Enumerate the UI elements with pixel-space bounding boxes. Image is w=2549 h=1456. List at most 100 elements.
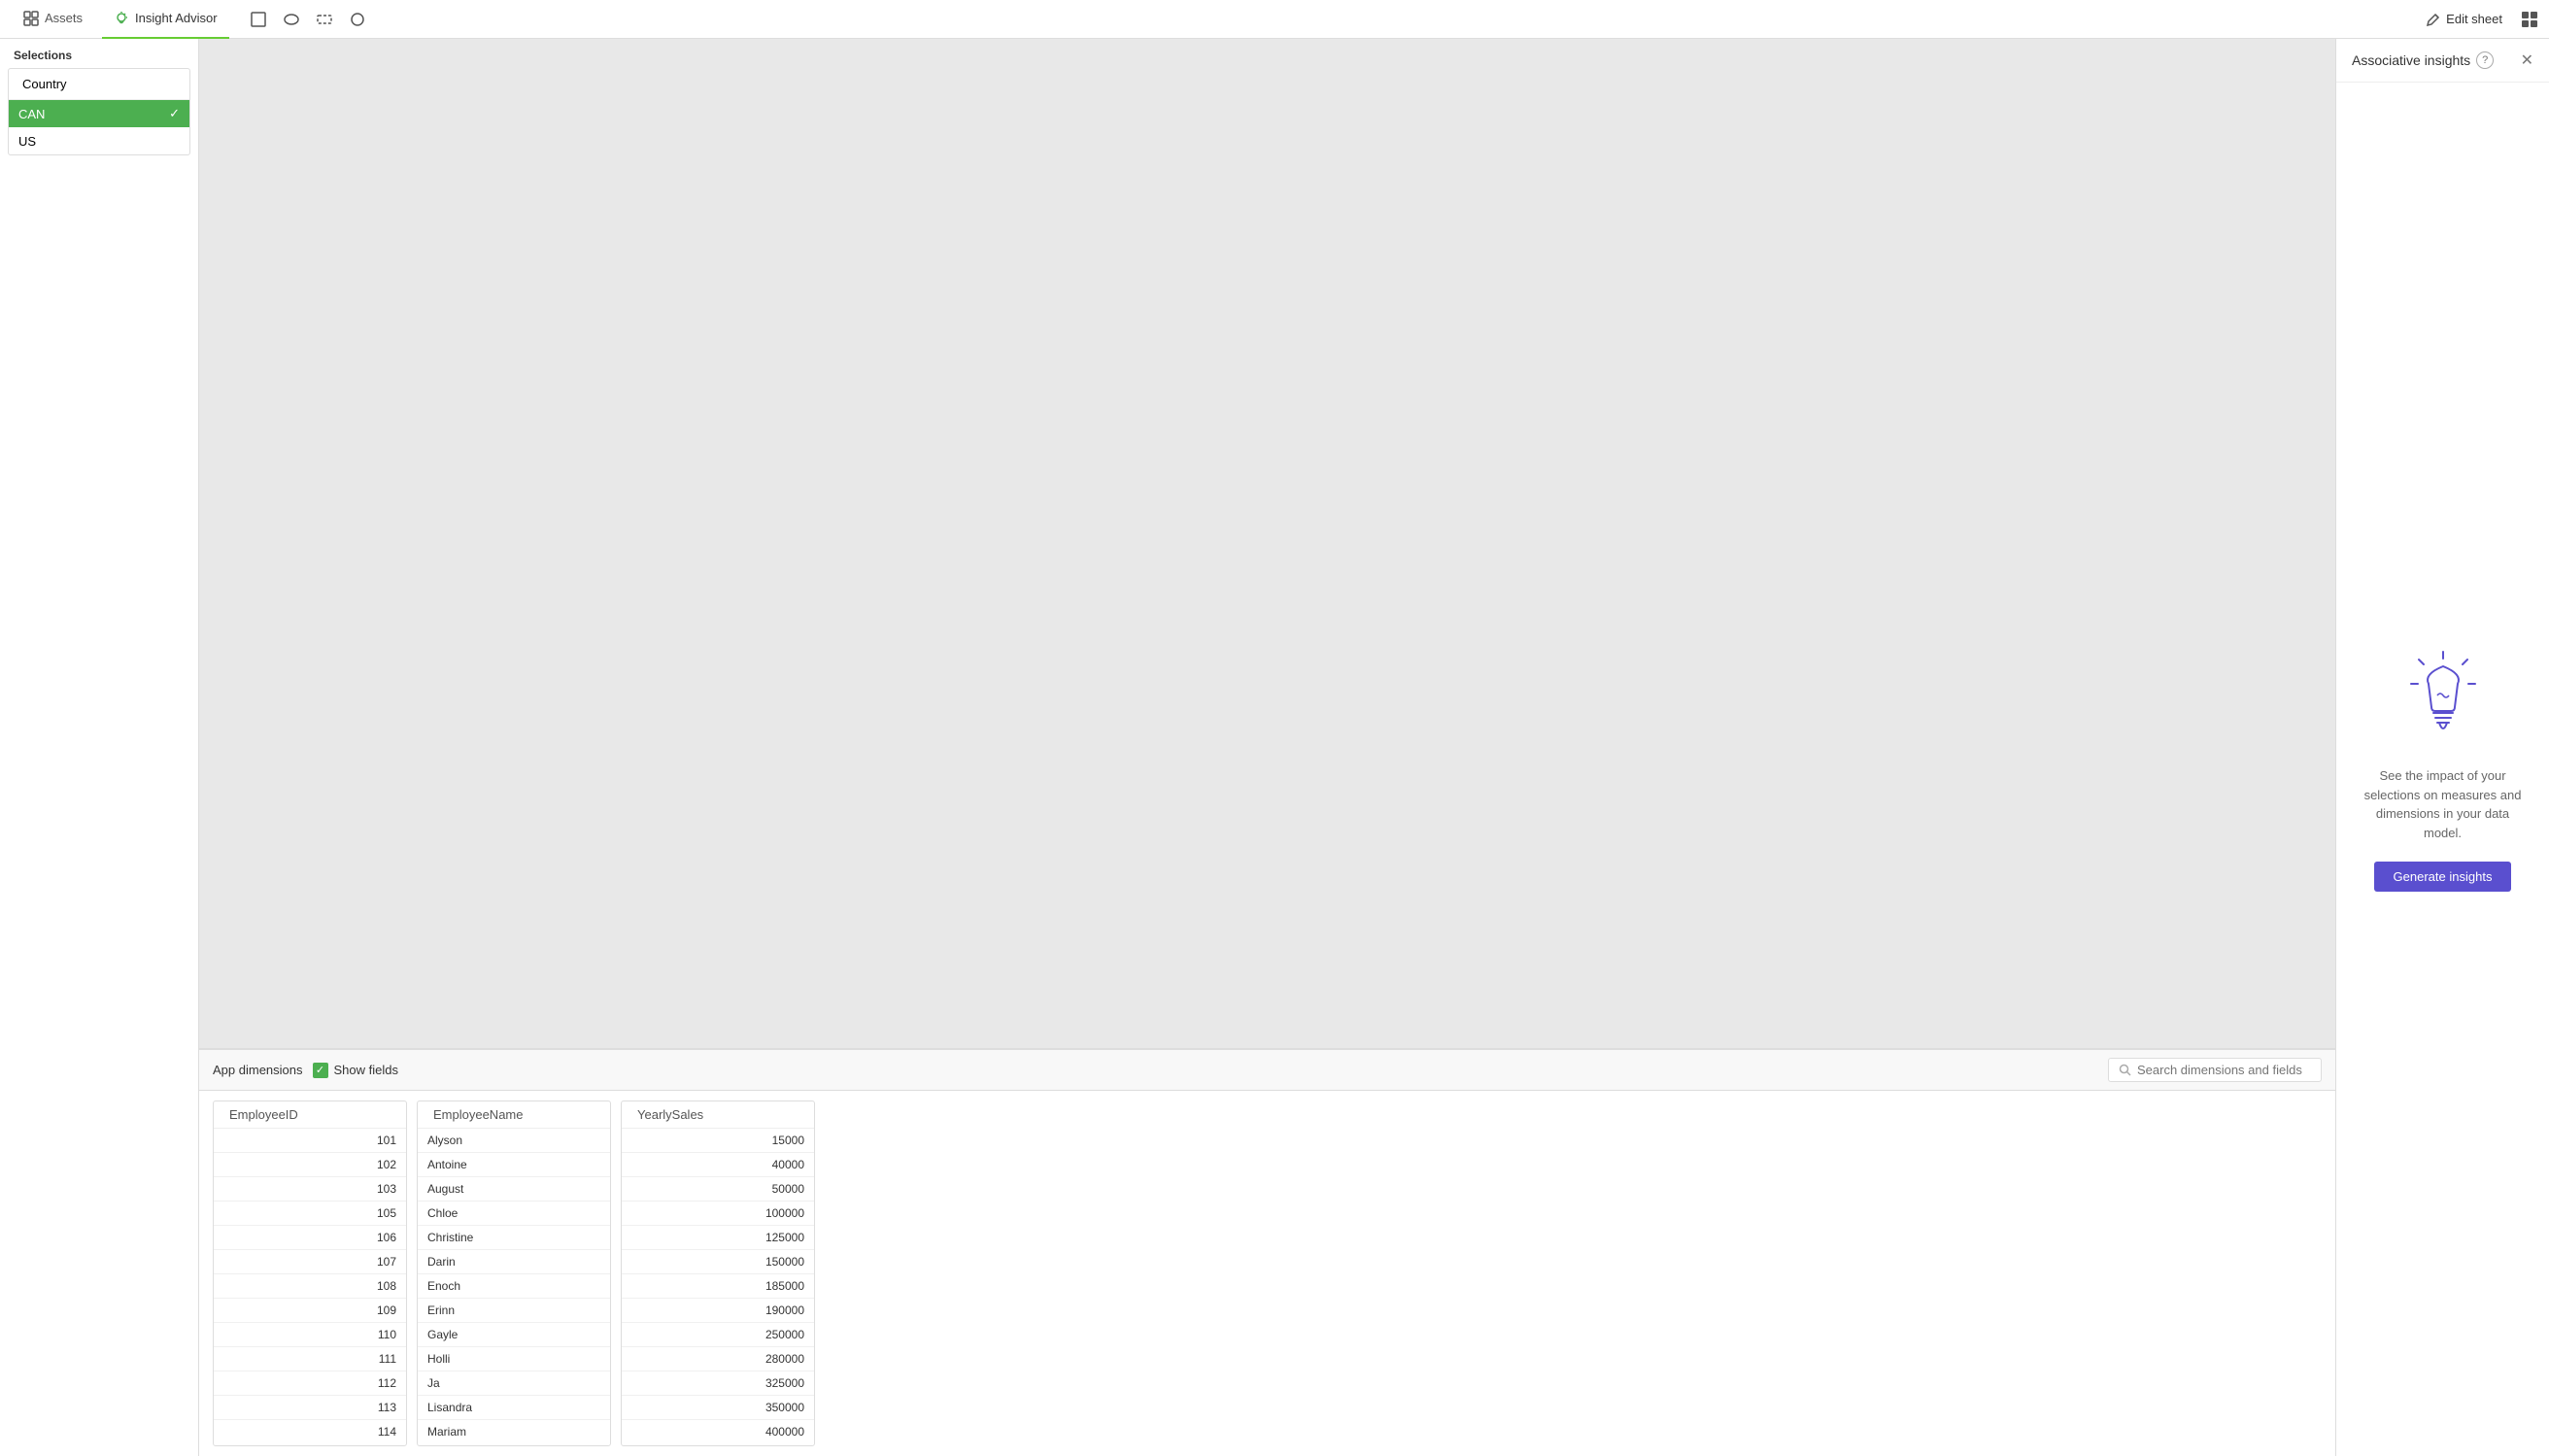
dim-row[interactable]: Alyson	[418, 1129, 610, 1153]
close-panel-button[interactable]: ✕	[2521, 51, 2533, 70]
dim-row[interactable]: 280000	[622, 1347, 814, 1371]
dim-row[interactable]: 15000	[622, 1129, 814, 1153]
row-label: Christine	[427, 1231, 473, 1244]
dim-row[interactable]: 106	[214, 1226, 406, 1250]
dim-row[interactable]: 105	[214, 1202, 406, 1226]
range-tool-icon[interactable]	[311, 6, 338, 33]
dim-row[interactable]: 100000	[622, 1202, 814, 1226]
dim-row[interactable]: 112	[214, 1371, 406, 1396]
dim-row[interactable]: 125000	[622, 1226, 814, 1250]
dim-row[interactable]: 185000	[622, 1274, 814, 1299]
dim-row[interactable]: 110	[214, 1323, 406, 1347]
dim-col-body-employeeid: 101 102103105106 107 108 109 110 111 112 113 114	[214, 1129, 406, 1445]
row-value: 107	[377, 1255, 396, 1269]
grid-view-icon[interactable]	[2522, 12, 2537, 27]
filter-item-us[interactable]: US	[9, 127, 189, 154]
insight-tab-label: Insight Advisor	[135, 11, 218, 25]
dim-row[interactable]: August	[418, 1177, 610, 1202]
dim-search-wrapper	[2108, 1058, 2322, 1082]
row-label: Alyson	[427, 1134, 462, 1147]
row-value: 400000	[765, 1425, 804, 1439]
dim-row[interactable]: 250000	[622, 1323, 814, 1347]
dim-row[interactable]: 114	[214, 1420, 406, 1443]
right-panel-header: Associative insights ? ✕	[2336, 39, 2549, 83]
col-name-input[interactable]	[637, 1107, 808, 1122]
edit-sheet-button[interactable]: Edit sheet	[2415, 8, 2514, 30]
filter-list: CAN ✓ US	[9, 100, 189, 154]
edit-sheet-label: Edit sheet	[2446, 12, 2502, 26]
tab-assets[interactable]: Assets	[12, 0, 94, 39]
check-icon: ✓	[169, 106, 180, 121]
dim-row[interactable]: Holli	[418, 1347, 610, 1371]
dimensions-toolbar: App dimensions ✓ Show fields	[199, 1049, 2335, 1091]
dim-row[interactable]: 400000	[622, 1420, 814, 1443]
filter-item-can-label: CAN	[18, 107, 45, 121]
filter-item-can[interactable]: CAN ✓	[9, 100, 189, 127]
dim-row[interactable]: 102	[214, 1153, 406, 1177]
dim-row[interactable]: Darin	[418, 1250, 610, 1274]
dim-row[interactable]: Mariam	[418, 1420, 610, 1443]
generate-insights-button[interactable]: Generate insights	[2374, 862, 2512, 892]
dim-row[interactable]: Ja	[418, 1371, 610, 1396]
assets-tab-label: Assets	[45, 11, 83, 25]
row-label: Chloe	[427, 1206, 458, 1220]
dim-col-header-employeename	[418, 1101, 610, 1129]
dim-row[interactable]: Gayle	[418, 1323, 610, 1347]
row-value: 109	[377, 1304, 396, 1317]
row-value: 112	[378, 1376, 396, 1390]
lasso-tool-icon[interactable]	[278, 6, 305, 33]
dim-col-header-employeeid	[214, 1101, 406, 1129]
dim-row[interactable]: Erinn	[418, 1299, 610, 1323]
tab-insight-advisor[interactable]: Insight Advisor	[102, 0, 229, 39]
dim-col-body-yearlysales: 15000 40000 50000 100000 125000 150000185000 1…	[622, 1129, 814, 1445]
row-label: Gayle	[427, 1328, 458, 1341]
dim-row[interactable]: 108	[214, 1274, 406, 1299]
dim-row[interactable]: Chloe	[418, 1202, 610, 1226]
row-value: 111	[379, 1352, 396, 1366]
row-value: 125000	[765, 1231, 804, 1244]
dim-search-input[interactable]	[2137, 1063, 2311, 1077]
dim-row[interactable]: Enoch	[418, 1274, 610, 1299]
dim-row[interactable]: 150000	[622, 1250, 814, 1274]
dim-row[interactable]: 107	[214, 1250, 406, 1274]
dim-row[interactable]: Antoine	[418, 1153, 610, 1177]
show-fields-checkbox[interactable]: ✓	[313, 1063, 328, 1078]
col-name-input[interactable]	[433, 1107, 604, 1122]
right-panel-body: See the impact of your selections on mea…	[2336, 83, 2549, 1456]
dim-search-icon	[2119, 1064, 2131, 1076]
dim-row[interactable]: 109	[214, 1299, 406, 1323]
dim-row[interactable]: 350000	[622, 1396, 814, 1420]
row-value: 101	[377, 1134, 396, 1147]
dim-row[interactable]: 50000	[622, 1177, 814, 1202]
show-fields-toggle[interactable]: ✓ Show fields	[313, 1063, 398, 1078]
show-fields-label: Show fields	[334, 1063, 398, 1077]
row-label: Holli	[427, 1352, 450, 1366]
topbar: Assets Insight Advisor Edit sheet	[0, 0, 2549, 39]
row-value: 190000	[765, 1304, 804, 1317]
center-canvas	[199, 39, 2335, 1048]
row-value: 50000	[772, 1182, 804, 1196]
filter-search-input[interactable]	[22, 77, 190, 91]
dim-row[interactable]: 113	[214, 1396, 406, 1420]
associative-insights-panel: Associative insights ? ✕	[2335, 39, 2549, 1456]
row-value: 15000	[772, 1134, 804, 1147]
circle-tool-icon[interactable]	[344, 6, 371, 33]
row-value: 114	[378, 1425, 396, 1439]
row-label: Erinn	[427, 1304, 455, 1317]
dim-row[interactable]: 101	[214, 1129, 406, 1153]
help-icon[interactable]: ?	[2476, 51, 2494, 69]
dim-row[interactable]: 190000	[622, 1299, 814, 1323]
dim-row[interactable]: Christine	[418, 1226, 610, 1250]
dim-row[interactable]: 325000	[622, 1371, 814, 1396]
col-name-input[interactable]	[229, 1107, 400, 1122]
dim-row[interactable]: 40000	[622, 1153, 814, 1177]
select-tool-icon[interactable]	[245, 6, 272, 33]
dim-columns-container: 101102103105106107108109110111112113114 …	[199, 1091, 2335, 1456]
dim-row[interactable]: Lisandra	[418, 1396, 610, 1420]
topbar-right: Edit sheet	[2415, 8, 2537, 30]
row-value: 250000	[765, 1328, 804, 1341]
dim-col-body-employeename: Alyson AntoineAugust Chloe Christine DarinEn…	[418, 1129, 610, 1445]
row-value: 325000	[765, 1376, 804, 1390]
dim-row[interactable]: 111	[214, 1347, 406, 1371]
dim-row[interactable]: 103	[214, 1177, 406, 1202]
